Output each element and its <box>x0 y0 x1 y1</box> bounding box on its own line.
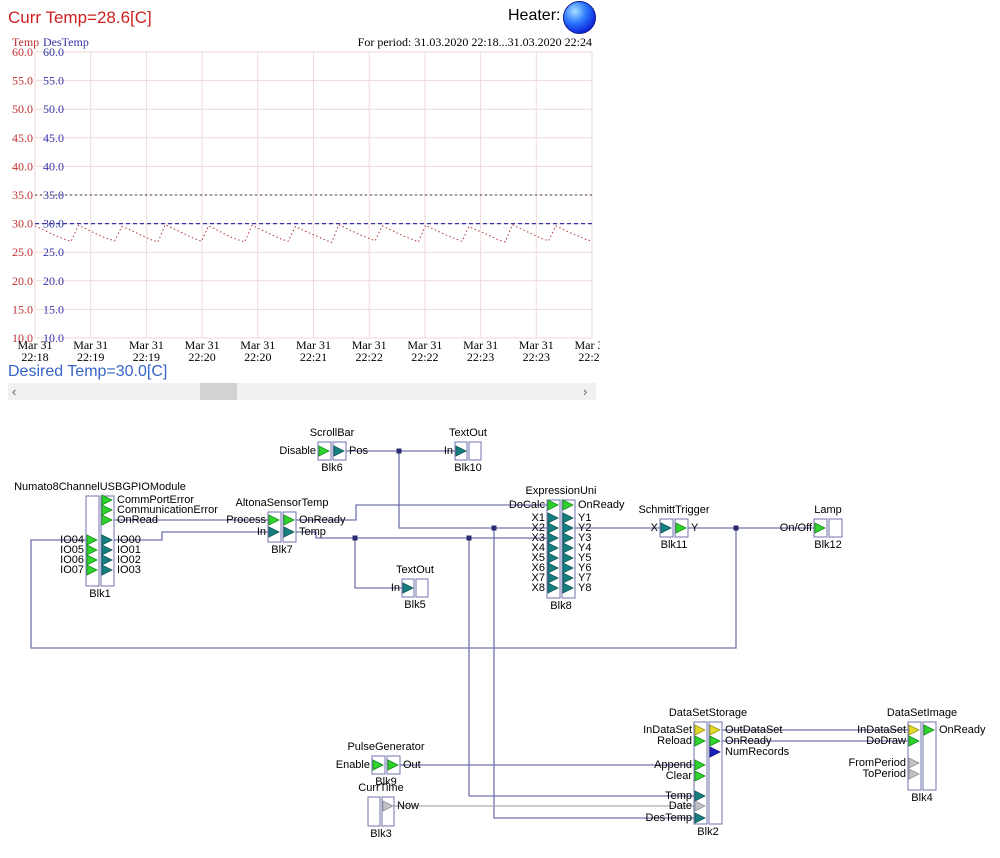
pin-label: Pos <box>349 445 368 457</box>
block-blk5[interactable]: TextOut Blk5 In <box>391 564 434 611</box>
block-title: ExpressionUni <box>526 485 597 497</box>
block-cell-right[interactable] <box>469 442 481 460</box>
block-title: TextOut <box>396 564 434 576</box>
block-blk3[interactable]: CurrTime Blk3 Now <box>358 782 419 840</box>
block-title: CurrTime <box>358 782 403 794</box>
wire[interactable] <box>355 538 402 588</box>
pin-label: Disable <box>279 445 316 457</box>
block-title: DataSetStorage <box>669 707 747 719</box>
block-id-label: Blk7 <box>271 544 292 556</box>
block-blk12[interactable]: Lamp Blk12On/Off <box>780 504 842 551</box>
block-id-label: Blk11 <box>661 539 688 551</box>
block-id-label: Blk1 <box>89 588 110 600</box>
pin-label: Temp <box>299 526 326 538</box>
block-title: Numato8ChannelUSBGPIOModule <box>14 481 186 493</box>
block-blk7[interactable]: AltonaSensorTemp Blk7 ProcessIn OnReadyTemp <box>226 497 346 556</box>
pin-label: Reload <box>657 735 692 747</box>
block-blk10[interactable]: TextOut Blk10In <box>444 427 487 474</box>
pin-label: Clear <box>666 770 693 782</box>
pin-label: X <box>651 522 659 534</box>
block-blk4[interactable]: DataSetImageBlk4InDataSetDoDrawFromPerio… <box>849 707 986 804</box>
junction-dot <box>353 536 358 541</box>
block-title: Lamp <box>814 504 842 516</box>
pin-label: DoCalc <box>509 499 546 511</box>
junction-dot <box>397 449 402 454</box>
block-blk2[interactable]: DataSetStorageBlk2InDataSetReloadAppendC… <box>643 707 790 838</box>
block-cell-right[interactable] <box>829 519 842 537</box>
block-id-label: Blk3 <box>370 828 391 840</box>
pin-label: OnReady <box>578 499 625 511</box>
pin-label: Y <box>691 522 699 534</box>
block-title: DataSetImage <box>887 707 957 719</box>
block-id-label: Blk2 <box>697 826 718 838</box>
pin-label: OnRead <box>117 514 158 526</box>
block-id-label: Blk5 <box>404 599 425 611</box>
pin-label: NumRecords <box>725 746 790 758</box>
pin-label: OnReady <box>299 514 346 526</box>
block-id-label: Blk6 <box>321 462 342 474</box>
pin-label: On/Off <box>780 522 813 534</box>
junction-dot <box>492 526 497 531</box>
pin-label: X8 <box>532 582 545 594</box>
block-title: AltonaSensorTemp <box>236 497 329 509</box>
pin-label: In <box>257 526 266 538</box>
pin-label: ToPeriod <box>863 768 906 780</box>
block-diagram-canvas: Numato8ChannelUSBGPIOModuleBlk1IO04IO05I… <box>0 0 1000 858</box>
visuino-app-window: Curr Temp=28.6[C] Heater: 60.060.055.055… <box>0 0 1000 858</box>
pin-label: Process <box>226 514 266 526</box>
junction-dot <box>734 526 739 531</box>
pin-label: OnReady <box>939 724 986 736</box>
pin-label: IO03 <box>117 564 141 576</box>
block-id-label: Blk10 <box>454 462 482 474</box>
block-cell-right[interactable] <box>416 579 428 597</box>
pin-label: DesTemp <box>646 812 692 824</box>
junction-dot <box>467 536 472 541</box>
wire[interactable] <box>296 532 547 538</box>
pin-label: Out <box>403 759 421 771</box>
pin-label: In <box>391 582 400 594</box>
block-id-label: Blk4 <box>911 792 932 804</box>
wire[interactable] <box>494 528 694 818</box>
block-title: TextOut <box>449 427 487 439</box>
pin-label: Date <box>669 800 692 812</box>
block-id-label: Blk8 <box>550 600 571 612</box>
pin-label: In <box>444 445 453 457</box>
pin-label: DoDraw <box>866 735 906 747</box>
block-blk8[interactable]: ExpressionUniBlk8DoCalcX1X2X3X4X5X6X7X8O… <box>509 485 625 612</box>
pin-label: Y8 <box>578 582 591 594</box>
block-title: SchmittTrigger <box>638 504 709 516</box>
block-blk6[interactable]: ScrollBar Blk6 Disable Pos <box>279 427 368 474</box>
block-id-label: Blk12 <box>814 539 842 551</box>
block-cell-left[interactable] <box>368 797 380 826</box>
block-title: PulseGenerator <box>347 741 424 753</box>
pin-label: IO07 <box>60 564 84 576</box>
block-blk9[interactable]: PulseGeneratorBlk9EnableOut <box>336 741 425 788</box>
pin-label: Now <box>397 800 419 812</box>
pin-label: Enable <box>336 759 370 771</box>
block-title: ScrollBar <box>310 427 355 439</box>
